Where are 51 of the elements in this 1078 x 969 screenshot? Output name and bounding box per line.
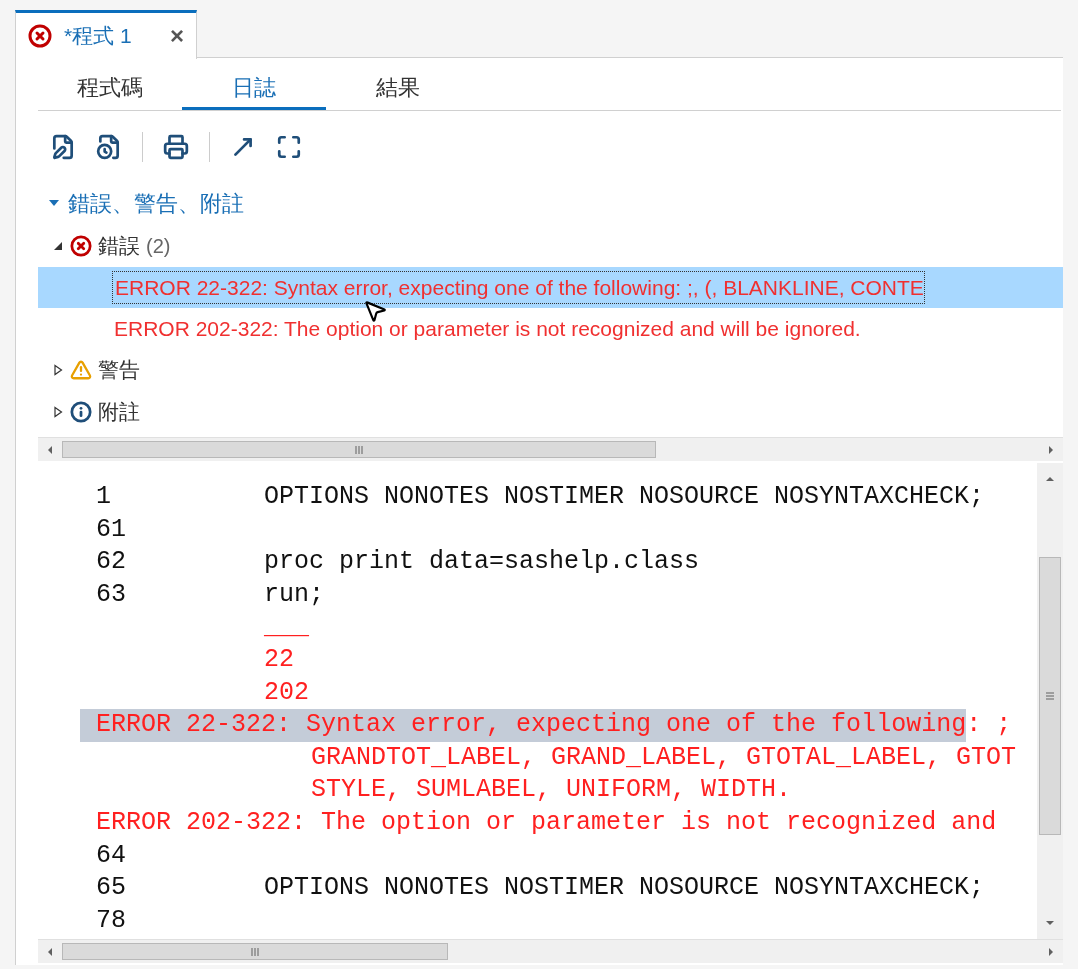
item-count: (2) bbox=[146, 234, 171, 259]
expand-icon[interactable] bbox=[276, 134, 302, 160]
close-button[interactable]: × bbox=[170, 18, 184, 54]
error-icon bbox=[70, 235, 92, 257]
log-text: : ; bbox=[966, 709, 1012, 742]
log-text: GRANDTOT_LABEL, GRAND_LABEL, GTOTAL_LABEL, GTOT bbox=[311, 741, 1017, 774]
log-text: 202 bbox=[264, 676, 309, 709]
caret-icon[interactable] bbox=[52, 364, 64, 376]
info-icon bbox=[70, 401, 92, 423]
line-number: 78 bbox=[96, 904, 126, 937]
line-number: 1 bbox=[96, 481, 111, 513]
error-message: ERROR 22-322: Syntax error, expecting one of the following: ;, (, BLANKLINE, CONTE bbox=[112, 270, 925, 305]
tree-group-label[interactable]: 錯誤 bbox=[98, 230, 140, 262]
caret-icon[interactable] bbox=[52, 240, 64, 252]
log-text: 22 bbox=[264, 643, 294, 676]
scroll-down-icon[interactable] bbox=[1045, 919, 1055, 927]
log-text: OPTIONS NONOTES NOSTIMER NOSOURCE NOSYNTAXCHECK; bbox=[264, 481, 985, 513]
scroll-thumb[interactable] bbox=[62, 943, 448, 960]
log-text: ___ bbox=[264, 611, 309, 644]
log-text: run; bbox=[264, 578, 324, 611]
line-number: 63 bbox=[96, 578, 126, 611]
view-tab[interactable]: 日誌 bbox=[182, 68, 326, 110]
horizontal-scrollbar[interactable] bbox=[38, 939, 1063, 963]
line-number: 62 bbox=[96, 546, 126, 579]
tree-header[interactable]: 錯誤、警告、附註 bbox=[68, 186, 244, 220]
view-tab[interactable]: 結果 bbox=[326, 68, 470, 110]
scroll-up-icon[interactable] bbox=[1045, 475, 1055, 483]
log-text: ERROR 22-322: Syntax error, expecting one of the following bbox=[80, 709, 967, 742]
tab-title: *程式 1 bbox=[64, 23, 132, 50]
document-clock-icon[interactable] bbox=[96, 134, 122, 160]
caret-icon[interactable] bbox=[52, 406, 64, 418]
line-number: 61 bbox=[96, 513, 126, 546]
print-icon[interactable] bbox=[163, 134, 189, 160]
horizontal-scrollbar[interactable] bbox=[38, 437, 1063, 461]
view-tab[interactable]: 程式碼 bbox=[38, 68, 182, 110]
tree-group-label[interactable]: 附註 bbox=[98, 396, 140, 428]
vertical-scrollbar[interactable] bbox=[1037, 463, 1063, 939]
line-number: 64 bbox=[96, 839, 126, 872]
editor-tab[interactable]: *程式 1 × bbox=[15, 10, 197, 59]
log-text: STYLE, SUMLABEL, UNIFORM, WIDTH. bbox=[311, 774, 792, 807]
scroll-thumb[interactable] bbox=[1039, 557, 1061, 835]
document-pen-icon[interactable] bbox=[50, 134, 76, 160]
log-text: ERROR 202-322: The option or parameter is not recognized and bbox=[96, 806, 997, 839]
scroll-thumb[interactable] bbox=[62, 441, 656, 458]
warning-icon bbox=[70, 359, 92, 381]
log-text: proc print data=sashelp.class bbox=[264, 546, 700, 579]
log-message-row[interactable]: ERROR 202-322: The option or parameter is not recognized and will be ignored. bbox=[38, 308, 1063, 349]
error-message: ERROR 202-322: The option or parameter is not recognized and will be ignored. bbox=[113, 315, 861, 342]
tree-group-label[interactable]: 警告 bbox=[98, 354, 140, 386]
log-text: OPTIONS NONOTES NOSTIMER NOSOURCE NOSYNTAXCHECK; bbox=[264, 872, 985, 905]
line-number: 65 bbox=[96, 872, 126, 905]
